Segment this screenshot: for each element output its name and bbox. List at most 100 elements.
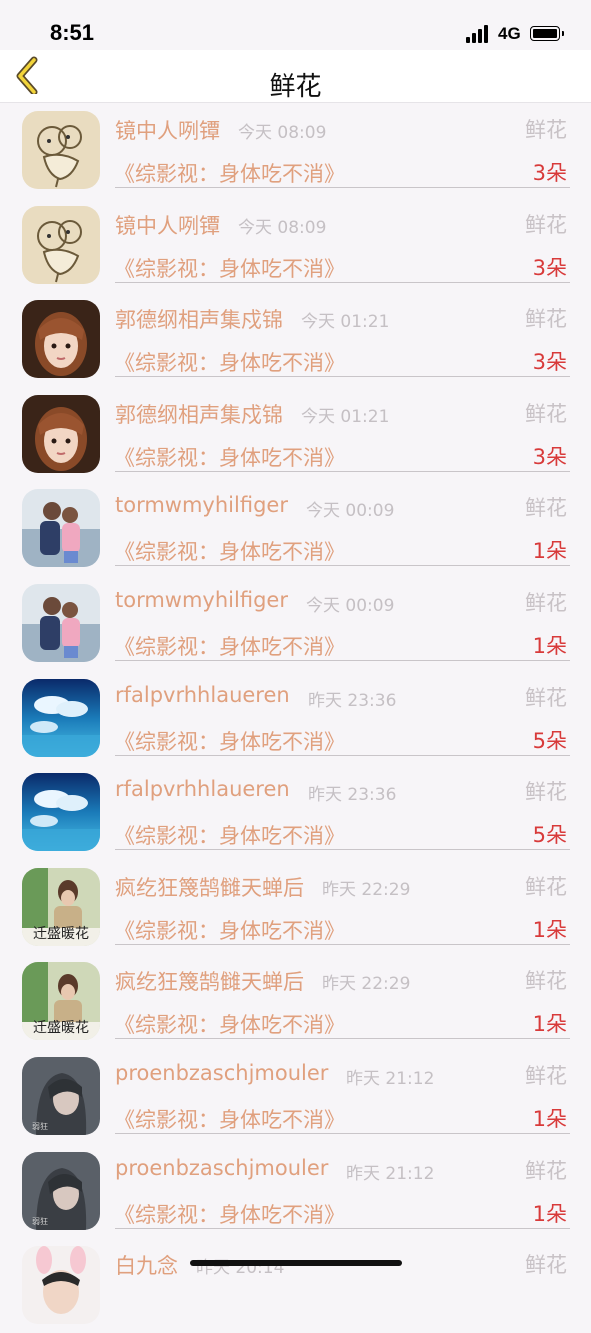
divider [115,1132,570,1134]
avatar[interactable] [22,300,100,379]
nav-bar: 鲜花 [0,50,591,103]
gift-type-label: 鲜花 [525,685,567,710]
gift-type-label: 鲜花 [525,401,567,426]
gift-type-label: 鲜花 [525,1063,567,1088]
list-item[interactable]: rfalpvrhhlaueren 昨天 23:36 鲜花《综影视：身体吃不消》 5朵 [0,765,591,860]
user-name[interactable]: tormwmyhilfiger [115,588,288,612]
list-item[interactable]: tormwmyhilfiger 今天 00:09 鲜花《综影视：身体吃不消》 1朵 [0,481,591,576]
svg-text:弱狂: 弱狂 [32,1216,48,1226]
svg-text:弱狂: 弱狂 [32,1121,48,1131]
network-label: 4G [498,24,521,43]
list-item[interactable]: 镜中人咧镡 今天 08:09 鲜花《综影视：身体吃不消》 3朵 [0,198,591,293]
avatar[interactable] [22,205,100,284]
book-title[interactable]: 《综影视：身体吃不消》 [114,536,345,566]
gift-type-label: 鲜花 [525,212,567,237]
timestamp: 今天 01:21 [301,406,390,427]
status-bar: 8:51 4G [0,0,591,50]
book-title[interactable]: 《综影视：身体吃不消》 [114,442,345,472]
signal-icon [466,25,492,43]
timestamp: 昨天 21:12 [346,1068,435,1089]
flower-count: 3朵 [532,255,567,280]
book-title[interactable]: 《综影视：身体吃不消》 [114,1104,345,1134]
list-item[interactable]: 弱狂 proenbzaschjmouler 昨天 21:12 鲜花 《综影视：身体吃不消… [0,1144,591,1239]
flower-count: 1朵 [532,539,567,564]
avatar[interactable] [22,1246,100,1325]
timestamp: 今天 01:21 [301,312,390,333]
avatar-caption: 迁盛暖花 [33,925,89,942]
status-time: 8:51 [50,20,95,45]
avatar[interactable] [22,678,100,757]
divider [115,1038,570,1040]
divider [115,470,570,472]
user-name[interactable]: 郭德纲相声集戍锦 [115,304,283,334]
avatar[interactable]: 迁盛暖花 [22,867,100,946]
timestamp: 今天 08:09 [238,217,327,238]
flower-count: 1朵 [532,1106,567,1131]
gift-type-label: 鲜花 [525,307,567,332]
book-title[interactable]: 《综影视：身体吃不消》 [114,253,345,283]
list-item[interactable]: 迁盛暖花 疯纥狂篾鹄雠天蝉后 昨天 22:29 鲜花《综影视：身体吃不消》 1朵 [0,860,591,955]
book-title[interactable]: 《综影视：身体吃不消》 [114,726,345,756]
avatar[interactable]: 迁盛暖花 [22,962,100,1041]
book-title[interactable]: 《综影视：身体吃不消》 [114,158,345,188]
user-name[interactable]: proenbzaschjmouler [115,1156,328,1180]
divider [115,281,570,283]
flower-count: 5朵 [532,823,567,848]
avatar[interactable]: 弱狂 [22,1056,100,1135]
timestamp: 昨天 22:29 [322,974,411,995]
list-item[interactable]: 白九念 昨天 20:14 鲜花 [0,1238,591,1333]
gift-type-label: 鲜花 [525,1158,567,1183]
flower-count: 5朵 [532,728,567,753]
list-item[interactable]: 迁盛暖花 疯纥狂篾鹄雠天蝉后 昨天 22:29 鲜花《综影视：身体吃不消》 1朵 [0,954,591,1049]
user-name[interactable]: 镜中人咧镡 [115,210,220,240]
list-item[interactable]: 郭德纲相声集戍锦 今天 01:21 鲜花 《综影视：身体吃不消》 3朵 [0,387,591,482]
user-name[interactable]: 镜中人咧镡 [115,115,220,145]
divider [115,659,570,661]
timestamp: 昨天 22:29 [322,879,411,900]
gift-type-label: 鲜花 [525,780,567,805]
book-title[interactable]: 《综影视：身体吃不消》 [114,631,345,661]
battery-icon [530,26,564,41]
book-title[interactable]: 《综影视：身体吃不消》 [114,347,345,377]
list-item[interactable]: tormwmyhilfiger 今天 00:09 鲜花 《综影视：身体吃不消》 1朵 [0,576,591,671]
user-name[interactable]: 郭德纲相声集戍锦 [115,399,283,429]
list-item[interactable]: 镜中人咧镡 今天 08:09 鲜花 《综影视：身体吃不消》 3朵 [0,103,591,198]
user-name[interactable]: 白九念 [115,1250,178,1280]
gift-type-label: 鲜花 [525,874,567,899]
gift-type-label: 鲜花 [525,969,567,994]
user-name[interactable]: 疯纥狂篾鹄雠天蝉后 [115,966,304,996]
timestamp: 昨天 23:36 [308,690,397,711]
timestamp: 昨天 23:36 [308,785,397,806]
book-title[interactable]: 《综影视：身体吃不消》 [114,1199,345,1229]
user-name[interactable]: proenbzaschjmouler [115,1061,328,1085]
avatar[interactable] [22,489,100,568]
avatar[interactable] [22,583,100,662]
avatar[interactable] [22,773,100,852]
user-name[interactable]: rfalpvrhhlaueren [115,777,290,801]
divider [115,187,570,188]
timestamp: 今天 00:09 [306,595,395,616]
user-name[interactable]: tormwmyhilfiger [115,493,288,517]
flower-count: 1朵 [532,917,567,942]
flower-count: 1朵 [532,1012,567,1037]
timestamp: 今天 08:09 [238,123,327,143]
book-title[interactable]: 《综影视：身体吃不消》 [114,915,345,945]
list-item[interactable]: 弱狂 proenbzaschjmouler 昨天 21:12 鲜花《综影视：身体吃不消… [0,1049,591,1144]
book-title[interactable]: 《综影视：身体吃不消》 [114,1009,345,1039]
divider [115,376,570,378]
user-name[interactable]: rfalpvrhhlaueren [115,683,290,707]
gift-type-label: 鲜花 [525,496,567,521]
avatar[interactable] [22,111,100,189]
list-item[interactable]: rfalpvrhhlaueren 昨天 23:36 鲜花《综影视：身体吃不消》 5朵 [0,671,591,766]
home-indicator[interactable] [190,1260,402,1266]
timestamp: 今天 00:09 [306,501,395,522]
avatar[interactable] [22,394,100,473]
user-name[interactable]: 疯纥狂篾鹄雠天蝉后 [115,872,304,902]
gift-type-label: 鲜花 [525,1253,567,1278]
avatar[interactable]: 弱狂 [22,1151,100,1230]
page-title: 鲜花 [269,72,322,102]
divider [115,565,570,567]
gift-type-label: 鲜花 [525,590,567,615]
list-item[interactable]: 郭德纲相声集戍锦 今天 01:21 鲜花 《综影视：身体吃不消》 3朵 [0,292,591,387]
book-title[interactable]: 《综影视：身体吃不消》 [114,820,345,850]
